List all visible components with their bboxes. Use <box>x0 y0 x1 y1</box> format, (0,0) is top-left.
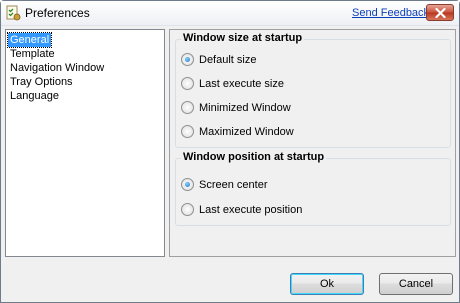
radio-button[interactable] <box>181 77 194 90</box>
nav-item-language[interactable]: Language <box>8 89 61 103</box>
nav-item-template[interactable]: Template <box>8 47 57 61</box>
category-list[interactable]: General Template Navigation Window Tray … <box>5 29 165 257</box>
radio-last-execute-position[interactable]: Last execute position <box>181 203 302 217</box>
nav-item-navigation-window[interactable]: Navigation Window <box>8 61 106 75</box>
radio-minimized-window[interactable]: Minimized Window <box>181 101 291 115</box>
nav-item-general[interactable]: General <box>6 32 53 48</box>
window-position-group-title: Window position at startup <box>181 151 327 163</box>
radio-default-size[interactable]: Default size <box>181 53 256 67</box>
ok-button[interactable]: Ok <box>290 273 364 295</box>
radio-maximized-window[interactable]: Maximized Window <box>181 125 294 139</box>
window-size-group-title: Window size at startup <box>181 32 305 44</box>
radio-last-execute-size[interactable]: Last execute size <box>181 77 284 91</box>
title-bar[interactable]: Preferences Send Feedback <box>1 1 459 26</box>
radio-button[interactable] <box>181 125 194 138</box>
radio-button[interactable] <box>181 101 194 114</box>
preferences-checklist-icon <box>5 5 21 21</box>
radio-screen-center[interactable]: Screen center <box>181 178 267 192</box>
radio-button[interactable] <box>181 178 194 191</box>
close-icon <box>435 8 446 18</box>
cancel-button[interactable]: Cancel <box>379 273 453 295</box>
close-button[interactable] <box>426 4 454 21</box>
radio-button[interactable] <box>181 203 194 216</box>
nav-item-tray-options[interactable]: Tray Options <box>8 75 75 89</box>
window-position-group: Window position at startup Screen center… <box>175 151 451 226</box>
window-size-group: Window size at startup Default size Last… <box>175 32 451 148</box>
radio-button[interactable] <box>181 53 194 66</box>
settings-panel: Window size at startup Default size Last… <box>169 29 456 257</box>
preferences-dialog: Preferences Send Feedback General Templa… <box>0 0 460 303</box>
send-feedback-link[interactable]: Send Feedback <box>352 7 429 19</box>
window-title: Preferences <box>25 6 90 20</box>
